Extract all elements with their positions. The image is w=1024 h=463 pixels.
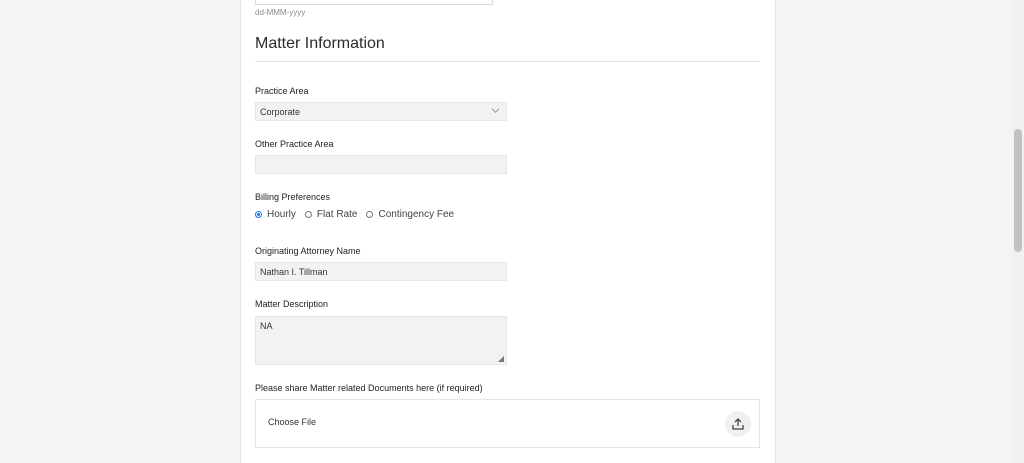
billing-option-label: Flat Rate (316, 209, 358, 220)
radio-unchecked-icon[interactable] (366, 211, 374, 218)
documents-label: Please share Matter related Documents he… (255, 383, 483, 393)
matter-description-value: NA (260, 321, 273, 331)
other-practice-area-label: Other Practice Area (255, 139, 334, 149)
date-format-hint: dd-MMM-yyyy (255, 8, 306, 17)
billing-option-label: Contingency Fee (378, 209, 455, 220)
practice-area-value: Corporate (260, 107, 301, 117)
section-divider (255, 61, 760, 62)
matter-description-textarea[interactable]: NA ◢ (255, 316, 507, 365)
practice-area-label: Practice Area (255, 86, 309, 96)
choose-file-text[interactable]: Choose File (268, 417, 316, 427)
originating-attorney-label: Originating Attorney Name (255, 246, 361, 256)
billing-option-flat-rate[interactable]: Flat Rate (304, 209, 358, 220)
upload-icon[interactable] (725, 411, 751, 437)
radio-checked-icon[interactable] (255, 211, 262, 218)
resize-grip-icon[interactable]: ◢ (498, 354, 504, 363)
section-title: Matter Information (255, 35, 385, 52)
date-input[interactable] (255, 0, 493, 5)
page-scrollbar[interactable] (1012, 0, 1024, 463)
billing-option-label: Hourly (267, 209, 296, 220)
radio-unchecked-icon[interactable] (304, 211, 312, 218)
billing-preferences-label: Billing Preferences (255, 192, 331, 202)
other-practice-area-input[interactable] (255, 155, 507, 174)
chevron-down-icon (491, 106, 500, 117)
matter-description-label: Matter Description (255, 299, 329, 309)
billing-option-hourly[interactable]: Hourly (255, 209, 296, 220)
scrollbar-thumb[interactable] (1014, 129, 1022, 252)
form-panel: dd-MMM-yyyy Matter Information Practice … (240, 0, 776, 463)
practice-area-select[interactable]: Corporate (255, 102, 507, 121)
originating-attorney-input[interactable]: Nathan I. Tillman (255, 262, 507, 281)
billing-radio-group: Hourly Flat Rate Contingency Fee (255, 209, 463, 220)
billing-option-contingency-fee[interactable]: Contingency Fee (366, 209, 454, 220)
file-upload-box[interactable]: Choose File (255, 399, 760, 448)
